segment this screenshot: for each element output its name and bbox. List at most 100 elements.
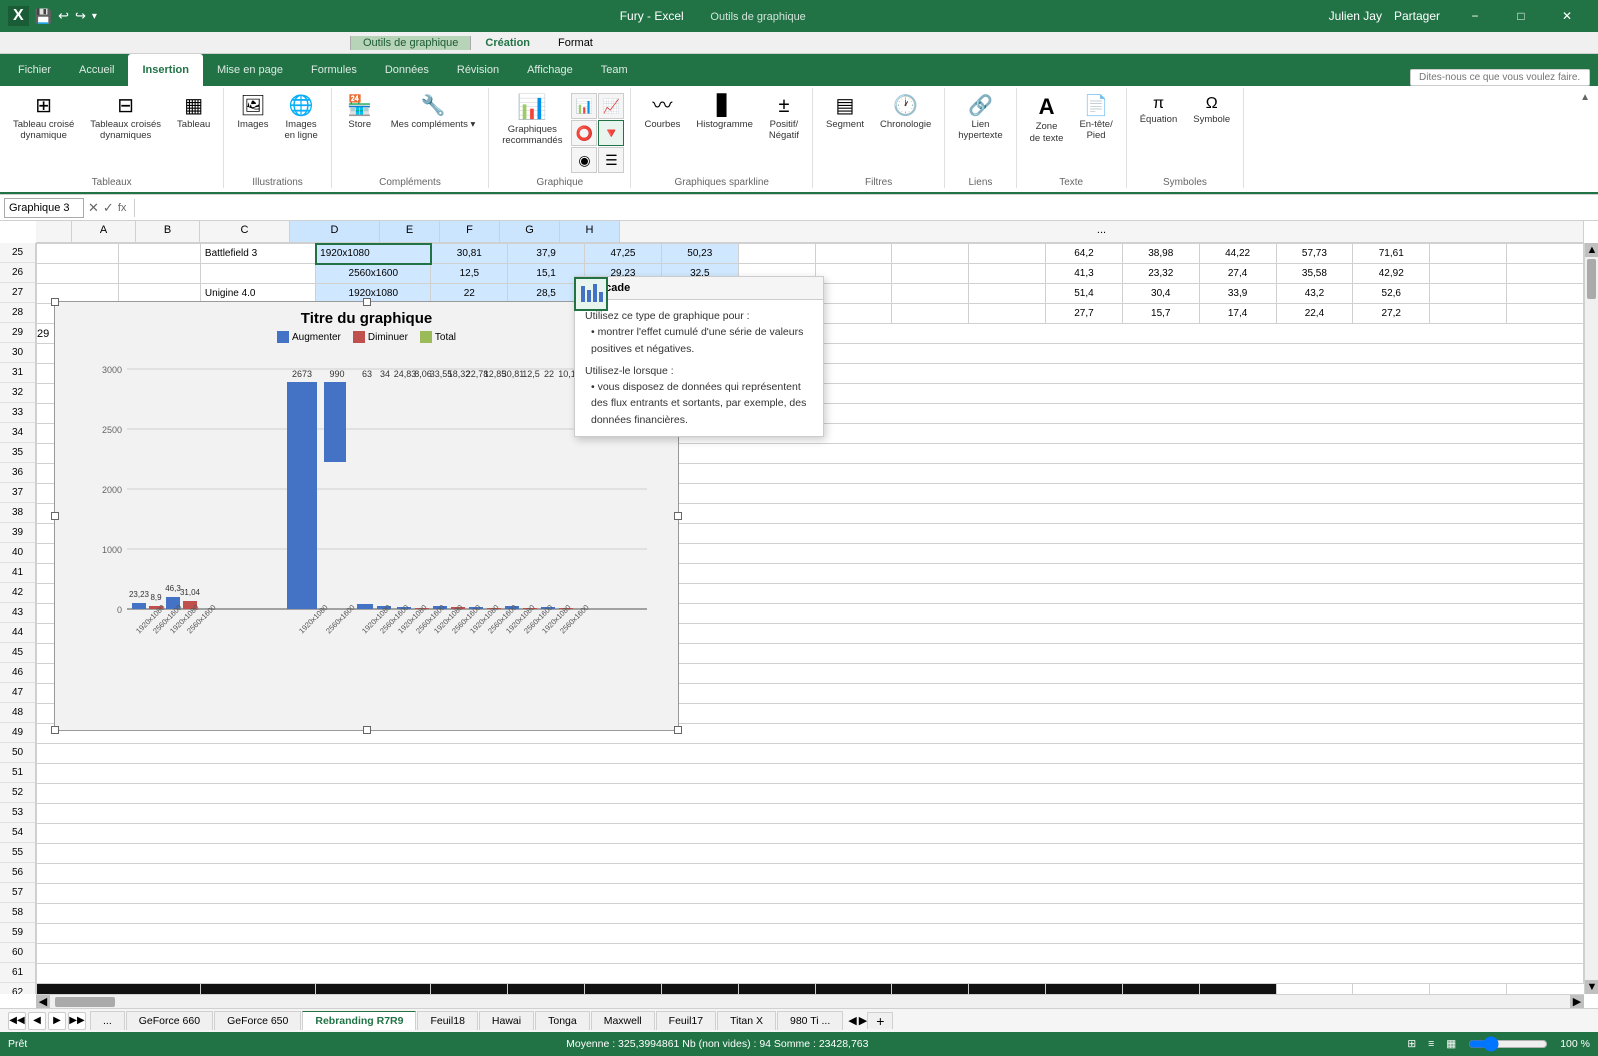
- tab-hawai[interactable]: Hawai: [479, 1011, 534, 1030]
- cell-h25[interactable]: 50,23: [661, 244, 738, 264]
- col-header-f[interactable]: F: [440, 221, 500, 242]
- resize-handle-left[interactable]: [51, 512, 59, 520]
- scroll-left-btn[interactable]: ◀: [36, 995, 50, 1008]
- btn-chart-col[interactable]: 📊: [571, 93, 597, 119]
- tab-accueil[interactable]: Accueil: [65, 54, 128, 86]
- cell-c25[interactable]: Battlefield 3: [200, 244, 315, 264]
- tab-geforce-660[interactable]: GeForce 660: [126, 1011, 213, 1030]
- btn-tableau[interactable]: ▦ Tableau: [170, 90, 217, 134]
- quick-access-undo[interactable]: ↩: [58, 8, 69, 24]
- sheet-nav-next[interactable]: ▶: [48, 1012, 66, 1030]
- btn-images[interactable]: 🖼 Images: [230, 90, 275, 134]
- close-button[interactable]: ✕: [1544, 0, 1590, 32]
- cell-n25[interactable]: 38,98: [1122, 244, 1199, 264]
- tab-titan-x[interactable]: Titan X: [717, 1011, 776, 1030]
- tab-tonga[interactable]: Tonga: [535, 1011, 590, 1030]
- zoom-slider[interactable]: [1468, 1036, 1548, 1052]
- cell-m25[interactable]: 64,2: [1046, 244, 1123, 264]
- tab-fichier[interactable]: Fichier: [4, 54, 65, 86]
- sheet-nav-first[interactable]: ◀◀: [8, 1012, 26, 1030]
- cell-e25[interactable]: 30,81: [431, 244, 508, 264]
- tab-insertion[interactable]: Insertion: [128, 54, 202, 86]
- formula-cancel-icon[interactable]: ✕: [88, 200, 99, 216]
- cell-r25[interactable]: [1430, 244, 1507, 264]
- cell-s25[interactable]: [1507, 244, 1584, 264]
- cell-g25[interactable]: 47,25: [585, 244, 662, 264]
- btn-lien-hypertexte[interactable]: 🔗 Lienhypertexte: [951, 90, 1009, 146]
- btn-positif-negatif[interactable]: ± Positif/Négatif: [762, 90, 806, 146]
- maximize-button[interactable]: □: [1498, 0, 1544, 32]
- tab-feuil17[interactable]: Feuil17: [656, 1011, 716, 1030]
- horizontal-scrollbar[interactable]: ◀ ▶: [36, 994, 1584, 1008]
- quick-access-redo[interactable]: ↪: [75, 8, 86, 24]
- btn-histogramme[interactable]: ▋ Histogramme: [689, 90, 760, 134]
- cell-o25[interactable]: 44,22: [1199, 244, 1276, 264]
- tab-creation[interactable]: Création: [471, 35, 544, 51]
- btn-chart-cascade[interactable]: 🔻: [598, 120, 624, 146]
- btn-symbole[interactable]: Ω Symbole: [1186, 90, 1237, 130]
- formula-function-icon[interactable]: fx: [118, 202, 127, 214]
- btn-zone-texte[interactable]: A Zonede texte: [1023, 90, 1071, 148]
- cell-a25[interactable]: [37, 244, 119, 264]
- btn-segment[interactable]: ▤ Segment: [819, 90, 871, 134]
- vertical-scrollbar[interactable]: ▲ ▼: [1584, 243, 1598, 994]
- tab-rebranding-r7r9[interactable]: Rebranding R7R9: [302, 1011, 416, 1030]
- col-header-b[interactable]: B: [136, 221, 200, 242]
- cell-j25[interactable]: [815, 244, 892, 264]
- cell-i25[interactable]: [738, 244, 815, 264]
- cell-q25[interactable]: 71,61: [1353, 244, 1430, 264]
- cell-p25[interactable]: 57,73: [1276, 244, 1353, 264]
- btn-chart-more1[interactable]: ◉: [571, 147, 597, 173]
- cell-d25[interactable]: 1920x1080: [316, 244, 431, 264]
- resize-handle-bottom[interactable]: [363, 726, 371, 734]
- formula-confirm-icon[interactable]: ✓: [103, 200, 114, 216]
- col-header-c[interactable]: C: [200, 221, 290, 242]
- cascade-active-icon[interactable]: [574, 277, 608, 311]
- resize-handle-bl[interactable]: [51, 726, 59, 734]
- btn-tableaux-croises[interactable]: ⊟ Tableaux croisésdynamiques: [83, 90, 168, 146]
- cell-f25[interactable]: 37,9: [508, 244, 585, 264]
- formula-input[interactable]: [143, 202, 1594, 214]
- btn-chart-pie[interactable]: ⭕: [571, 120, 597, 146]
- btn-chart-more2[interactable]: ☰: [598, 147, 624, 173]
- tab-980ti[interactable]: 980 Ti ...: [777, 1011, 843, 1030]
- minimize-button[interactable]: −: [1452, 0, 1498, 32]
- scroll-thumb-v[interactable]: [1587, 259, 1596, 299]
- sheet-nav-last[interactable]: ▶▶: [68, 1012, 86, 1030]
- scroll-thumb-h[interactable]: [55, 997, 115, 1007]
- resize-handle-tl[interactable]: [51, 298, 59, 306]
- help-search[interactable]: [1410, 69, 1590, 86]
- col-header-d[interactable]: D: [290, 221, 380, 242]
- tab-maxwell[interactable]: Maxwell: [591, 1011, 655, 1030]
- tab-revision[interactable]: Révision: [443, 54, 513, 86]
- quick-access-save[interactable]: 💾: [35, 8, 52, 25]
- scroll-right-btn[interactable]: ▶: [1570, 995, 1584, 1008]
- view-page-icon[interactable]: ≡: [1428, 1038, 1434, 1050]
- tab-add[interactable]: +: [867, 1012, 893, 1029]
- resize-handle-top[interactable]: [363, 298, 371, 306]
- tab-mise-en-page[interactable]: Mise en page: [203, 54, 297, 86]
- tab-ellipsis[interactable]: ...: [90, 1011, 125, 1030]
- btn-equation[interactable]: π Équation: [1133, 90, 1185, 130]
- btn-courbes[interactable]: 〰 Courbes: [637, 90, 687, 134]
- btn-entete-pied[interactable]: 📄 En-tête/Pied: [1072, 90, 1119, 146]
- col-header-h[interactable]: H: [560, 221, 620, 242]
- cell-b25[interactable]: [118, 244, 200, 264]
- share-button[interactable]: Partager: [1394, 9, 1440, 23]
- view-normal-icon[interactable]: ⊞: [1407, 1038, 1416, 1050]
- tab-feuil18[interactable]: Feuil18: [417, 1011, 477, 1030]
- tab-team[interactable]: Team: [587, 54, 642, 86]
- tab-formules[interactable]: Formules: [297, 54, 371, 86]
- btn-images-en-ligne[interactable]: 🌐 Imagesen ligne: [277, 90, 324, 146]
- tab-format[interactable]: Format: [544, 35, 607, 51]
- ribbon-expand[interactable]: ▲: [1572, 88, 1598, 188]
- sheet-nav-prev[interactable]: ◀: [28, 1012, 46, 1030]
- tab-affichage[interactable]: Affichage: [513, 54, 587, 86]
- view-pagebreak-icon[interactable]: ▦: [1446, 1038, 1456, 1050]
- cell-l25[interactable]: [969, 244, 1046, 264]
- tab-donnees[interactable]: Données: [371, 54, 443, 86]
- col-header-a[interactable]: A: [72, 221, 136, 242]
- btn-store[interactable]: 🏪 Store: [338, 90, 382, 134]
- btn-graphiques-recommandes[interactable]: 📊 Graphiquesrecommandés: [495, 90, 569, 151]
- tab-geforce-650[interactable]: GeForce 650: [214, 1011, 301, 1030]
